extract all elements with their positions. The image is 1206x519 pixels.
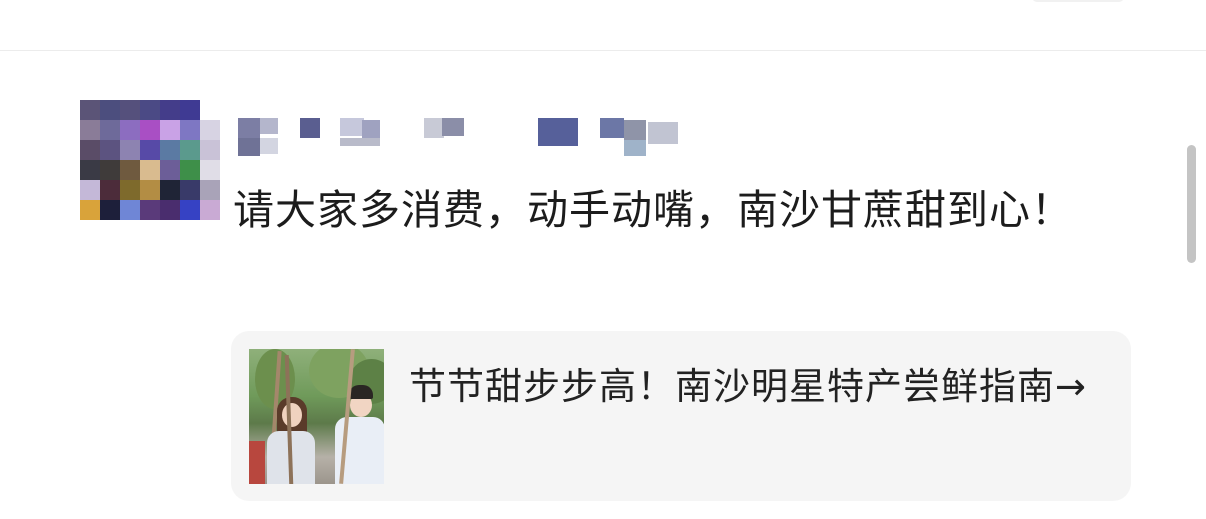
username-blur-block xyxy=(648,122,678,144)
avatar-pixel xyxy=(200,120,220,140)
avatar-pixel xyxy=(160,120,180,140)
avatar-pixel xyxy=(80,180,100,200)
username-blur-block xyxy=(442,118,464,136)
photo-thumbnail xyxy=(249,349,384,484)
link-card-title-text: 节节甜步步高！南沙明星特产尝鲜指南 xyxy=(409,365,1055,408)
username-blur-block xyxy=(624,140,646,156)
link-card[interactable]: 节节甜步步高！南沙明星特产尝鲜指南→ xyxy=(231,331,1131,501)
avatar-pixel xyxy=(140,180,160,200)
link-card-title[interactable]: 节节甜步步高！南沙明星特产尝鲜指南→ xyxy=(409,357,1099,417)
avatar-pixel xyxy=(120,120,140,140)
avatar-pixel xyxy=(100,160,120,180)
avatar-pixel xyxy=(140,200,160,220)
avatar-pixel xyxy=(100,120,120,140)
avatar-pixel xyxy=(140,120,160,140)
username-blurred[interactable] xyxy=(238,118,688,156)
avatar-pixel xyxy=(180,140,200,160)
username-blur-block xyxy=(424,118,444,138)
avatar-pixel xyxy=(160,160,180,180)
username-blur-block xyxy=(238,138,260,156)
avatar-pixel xyxy=(160,180,180,200)
avatar-pixel xyxy=(120,140,140,160)
avatar-pixel xyxy=(140,140,160,160)
avatar-pixel xyxy=(200,140,220,160)
username-blur-block xyxy=(260,138,278,154)
avatar-pixel xyxy=(180,180,200,200)
top-control-edge[interactable] xyxy=(1032,0,1124,2)
avatar-pixel xyxy=(100,200,120,220)
avatar-pixel xyxy=(200,200,220,220)
avatar-pixel xyxy=(100,100,120,120)
divider xyxy=(0,50,1206,51)
avatar-pixel xyxy=(160,100,180,120)
username-blur-block xyxy=(260,118,278,134)
username-blur-block xyxy=(300,118,320,138)
avatar-pixel xyxy=(200,160,220,180)
avatar-pixel xyxy=(80,160,100,180)
username-blur-block xyxy=(362,120,380,138)
avatar-pixel xyxy=(180,200,200,220)
avatar[interactable] xyxy=(80,100,220,220)
avatar-pixel xyxy=(120,200,140,220)
scrollbar[interactable] xyxy=(1187,145,1196,263)
avatar-pixel xyxy=(120,100,140,120)
avatar-pixel xyxy=(160,140,180,160)
avatar-pixel xyxy=(80,120,100,140)
username-blur-block xyxy=(238,118,260,138)
avatar-pixel xyxy=(140,100,160,120)
username-blur-block xyxy=(600,118,624,138)
username-blur-block xyxy=(538,118,578,146)
avatar-pixel xyxy=(120,180,140,200)
avatar-pixel xyxy=(80,140,100,160)
avatar-pixel xyxy=(140,160,160,180)
avatar-pixel xyxy=(180,120,200,140)
username-blur-block xyxy=(340,138,380,146)
avatar-pixel xyxy=(100,180,120,200)
username-blur-block xyxy=(340,118,364,136)
avatar-pixel xyxy=(80,100,100,120)
arrow-right-icon: → xyxy=(1055,365,1088,408)
comment-text: 请大家多消费，动手动嘴，南沙甘蔗甜到心！ xyxy=(233,186,1073,234)
avatar-pixel xyxy=(200,180,220,200)
avatar-pixel xyxy=(200,100,220,120)
avatar-pixel xyxy=(180,160,200,180)
avatar-pixel xyxy=(100,140,120,160)
username-blur-block xyxy=(624,120,646,140)
avatar-pixel xyxy=(80,200,100,220)
avatar-pixel xyxy=(160,200,180,220)
avatar-pixel xyxy=(180,100,200,120)
avatar-pixel xyxy=(120,160,140,180)
